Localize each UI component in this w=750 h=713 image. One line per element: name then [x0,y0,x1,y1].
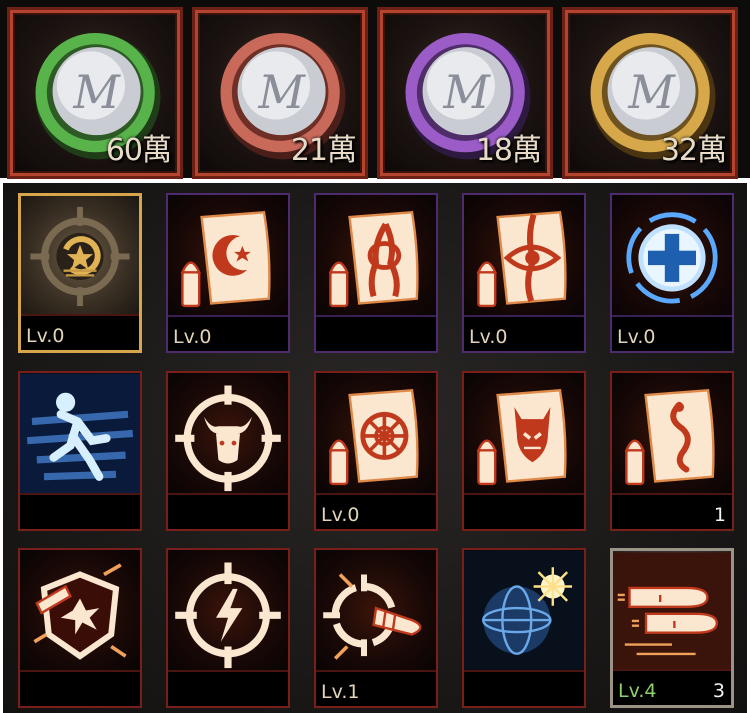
crescent-star-scroll-ammo-icon [180,211,271,308]
coin-amount: 18萬 [475,133,542,168]
svg-text:M: M [627,66,676,119]
tentacle-scroll-ammo-icon [328,211,419,308]
skill-slot[interactable]: Lv.1 [314,548,438,708]
currency-panel: M 60萬 M 21萬 M 18萬 M 32萬 [0,0,750,178]
skill-slot[interactable]: Lv.4 3 [610,548,734,708]
coin-amount: 21萬 [290,133,357,168]
svg-text:M: M [72,66,121,119]
sprint-runner-icon [20,373,140,494]
svg-text:M: M [442,66,491,119]
skill-slot[interactable]: Lv.0 [462,193,586,353]
skill-slot[interactable] [166,548,290,708]
skill-slot[interactable]: Lv.0 [314,371,438,531]
skill-level: Lv.0 [321,504,360,526]
star-crosshair-badge-icon [30,206,130,307]
swirl-scroll-ammo-icon [624,389,715,486]
coin-amount: 32萬 [660,133,727,168]
skill-count: 3 [712,680,725,702]
skill-slot[interactable]: 1 [610,371,734,531]
skill-level: Lv.1 [321,681,360,703]
coin-amount: 60萬 [105,133,172,168]
bull-crosshair-icon [175,385,281,492]
glowing-orb-icon [464,550,584,671]
skill-level: Lv.0 [26,325,65,347]
coin-slot-purple[interactable]: M 18萬 [380,10,550,176]
skill-slot[interactable] [462,371,586,531]
lightning-crosshair-icon [175,562,281,669]
shield-bullet-burst-icon [33,563,127,660]
skill-level: Lv.0 [173,326,212,348]
demon-scroll-icon [476,389,567,486]
medical-cross-icon [626,212,718,304]
skill-level: Lv.4 [618,680,657,702]
skill-slot[interactable]: Lv.0 [610,193,734,353]
coin-slot-green[interactable]: M 60萬 [10,10,180,176]
skill-slot[interactable] [166,371,290,531]
svg-text:M: M [257,66,306,119]
skill-level: Lv.0 [469,326,508,348]
skill-slot[interactable] [314,193,438,353]
skill-count: 1 [713,504,726,526]
skill-slot[interactable]: Lv.0 [18,193,142,353]
skill-slot[interactable]: Lv.0 [166,193,290,353]
bullet-target-break-icon [323,573,422,660]
coin-slot-red[interactable]: M 21萬 [195,10,365,176]
skill-grid: Lv.0 Lv.0 Lv.0 Lv.0 Lv.0 1 Lv.1 Lv.4 3 [3,183,747,713]
skill-level: Lv.0 [617,326,656,348]
coin-slot-gold[interactable]: M 32萬 [565,10,735,176]
rapid-bullets-icon [613,552,731,671]
skill-slot[interactable] [18,371,142,531]
skill-slot[interactable] [18,548,142,708]
wheel-scroll-ammo-icon [328,389,419,486]
skill-slot[interactable] [462,548,586,708]
eye-scroll-ammo-icon [476,211,567,308]
